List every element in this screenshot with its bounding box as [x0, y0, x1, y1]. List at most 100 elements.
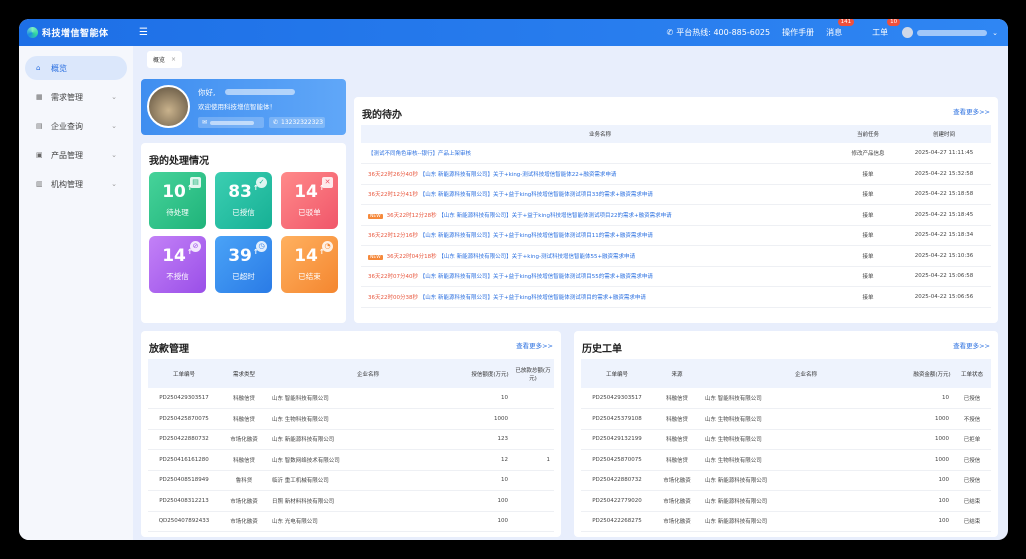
email-redacted [210, 120, 255, 125]
table-row[interactable]: PD250429132199 科融信贷 山东 生物科技有限公司 1000 已拒单 [581, 429, 991, 450]
task-name-cell[interactable]: 36天22时26分40秒 【山东 新能源科技有限公司】关于+king-测试科技增… [361, 163, 839, 185]
table-row[interactable]: 36天22时00分38秒 【山东 新能源科技有限公司】关于+益于king科技增信… [361, 286, 991, 308]
task-name-cell[interactable]: 36天22时12分16秒 【山东 新能源科技有限公司】关于+益于king科技增信… [361, 225, 839, 246]
task-name-cell[interactable]: 36天22时07分40秒 【山东 新能源科技有限公司】关于+益于king科技增信… [361, 266, 839, 287]
sidebar-item-enterprise[interactable]: ▤ 企业查询 ⌄ [25, 114, 127, 138]
task-title: 【山东 新能源科技有限公司】关于+益于king科技增信智能体测试项目33的需求+… [419, 192, 653, 199]
table-row[interactable]: PD250425379108 科融信贷 山东 生物科技有限公司 1000 不授信 [581, 408, 991, 430]
column-header: 授信额度(万元) [468, 359, 512, 388]
company-name-cell: 临沂 重工机械有限公司 [268, 470, 468, 491]
stat-tile-denied[interactable]: ⊘ 14↑ 不授信 [149, 236, 206, 293]
created-time-cell: 2025-04-22 15:10:36 [897, 245, 991, 267]
chevron-down-icon[interactable]: ⌄ [992, 29, 998, 37]
table-row[interactable]: PD250416161280 科融信贷 山东 智数网络技术有限公司 12 1 [148, 449, 554, 471]
table-row[interactable]: PD250425870075 科融信贷 山东 生物科技有限公司 1000 [148, 408, 554, 430]
ticket-id-cell: PD250408518949 [148, 470, 220, 491]
tickets-link[interactable]: 工单 10 [872, 19, 901, 38]
user-name-redacted[interactable] [917, 29, 988, 36]
mail-icon: ✉ [202, 119, 208, 126]
stat-label: 已结束 [298, 272, 321, 281]
hamburger-menu-icon[interactable]: ☰ [139, 27, 148, 38]
source-cell: 科融信贷 [653, 449, 701, 471]
stat-tile-pending[interactable]: ▤ 10↑ 待处理 [149, 172, 206, 229]
table-row[interactable]: NEW 36天22时12分28秒 【山东 新能源科技有限公司】关于+益于king科… [361, 204, 991, 226]
history-more-link[interactable]: 查看更多>> [953, 340, 990, 350]
sidebar-item-demand[interactable]: ▦ 需求管理 ⌄ [25, 85, 127, 109]
sidebar-item-institution[interactable]: ▥ 机构管理 ⌄ [25, 172, 127, 196]
paid-amount-cell [512, 388, 554, 409]
table-row[interactable]: PD250422880732 市场化融资 山东 新能源科技有限公司 100 已授信 [581, 470, 991, 491]
sidebar: ⌂ 概览 ▦ 需求管理 ⌄ ▤ 企业查询 ⌄ ▣ 产品管理 ⌄ ▥ 机构管理 ⌄ [19, 46, 133, 540]
phone-icon: ✆ [666, 28, 674, 37]
amount-cell: 100 [911, 511, 953, 532]
stat-tile-approved[interactable]: ✓ 83↑ 已授信 [215, 172, 272, 229]
table-row[interactable]: PD250425870075 科融信贷 山东 生物科技有限公司 1000 已授信 [581, 449, 991, 471]
loans-more-link[interactable]: 查看更多>> [516, 340, 553, 350]
top-bar: 科技增信智能体 ☰ ✆ 平台热线: 400-885-6025 操作手册 消息 141… [19, 19, 1008, 46]
table-row[interactable]: QD250407892433 市场化融资 山东 光电有限公司 100 [148, 511, 554, 532]
task-title: 【山东 新能源科技有限公司】关于+益于king科技增信智能体测试项目11的需求+… [419, 233, 653, 240]
chevron-down-icon: ⌄ [111, 122, 117, 130]
task-title: 【山东 新能源科技有限公司】关于+king-测试科技增信智能体55+融资需求申请 [438, 253, 636, 260]
company-name-cell: 山东 智能科技有限公司 [701, 388, 911, 409]
stat-number: 10 [162, 182, 186, 202]
table-row[interactable]: PD250408312213 市场化融资 日照 新材料科技有限公司 100 [148, 490, 554, 512]
column-header: 工单编号 [581, 359, 653, 388]
task-name-cell[interactable]: 36天22时00分38秒 【山东 新能源科技有限公司】关于+益于king科技增信… [361, 286, 839, 308]
table-row[interactable]: 36天22时12分41秒 【山东 新能源科技有限公司】关于+益于king科技增信… [361, 184, 991, 205]
created-time-cell: 2025-04-22 15:18:45 [897, 204, 991, 226]
demand-type-cell: 科融信贷 [220, 408, 268, 430]
sidebar-item-overview[interactable]: ⌂ 概览 [25, 56, 127, 80]
stat-number: 83 [228, 182, 252, 202]
task-name-cell[interactable]: 【测试不同角色审核--银行】产品上架审核 [361, 143, 839, 164]
stat-tile-timeout[interactable]: ◷ 39↑ 已超时 [215, 236, 272, 293]
amount-cell: 100 [911, 490, 953, 512]
sidebar-item-label: 需求管理 [51, 92, 83, 102]
paid-amount-cell: 1 [512, 449, 554, 471]
source-cell: 科融信贷 [653, 388, 701, 409]
task-name-cell[interactable]: NEW 36天22时12分28秒 【山东 新能源科技有限公司】关于+益于king科… [361, 204, 839, 226]
manual-link[interactable]: 操作手册 [782, 27, 814, 38]
created-time-cell: 2025-04-27 11:11:45 [897, 143, 991, 164]
task-name-cell[interactable]: NEW 36天22时04分18秒 【山东 新能源科技有限公司】关于+king-测试… [361, 245, 839, 267]
history-table: 工单编号 来源 企业名称 融资金额(万元) 工单状态 PD25042930351… [581, 359, 991, 532]
stat-tile-finished[interactable]: ◔ 14↑ 已结束 [281, 236, 338, 293]
close-icon[interactable]: × [171, 56, 176, 63]
tab-overview[interactable]: 概览 × [147, 51, 183, 68]
table-row[interactable]: PD250429303517 科融信贷 山东 智能科技有限公司 10 [148, 388, 554, 409]
table-row[interactable]: NEW 36天22时04分18秒 【山东 新能源科技有限公司】关于+king-测试… [361, 245, 991, 267]
table-row[interactable]: PD250422880732 市场化融资 山东 新能源科技有限公司 123 [148, 429, 554, 450]
table-row[interactable]: PD250422779020 市场化融资 山东 新能源科技有限公司 100 已结束 [581, 490, 991, 512]
column-header: 来源 [653, 359, 701, 388]
stat-tile-rejected[interactable]: ✕ 14↑ 已驳单 [281, 172, 338, 229]
table-row[interactable]: 36天22时26分40秒 【山东 新能源科技有限公司】关于+king-测试科技增… [361, 163, 991, 185]
column-header: 企业名称 [268, 359, 468, 388]
demand-type-cell: 鲁科贷 [220, 470, 268, 491]
messages-link[interactable]: 消息 141 [826, 19, 855, 38]
sidebar-item-label: 概览 [51, 63, 67, 73]
table-row[interactable]: 【测试不同角色审核--银行】产品上架审核 修改产品信息 2025-04-27 11:… [361, 143, 991, 164]
table-row[interactable]: PD250408518949 鲁科贷 临沂 重工机械有限公司 10 [148, 470, 554, 491]
main-content: 概览 × 你好, 欢迎使用科技增信智能体！ ✉ ✆ 13232322323 我的处理… [133, 46, 1008, 540]
amount-cell: 1000 [911, 408, 953, 430]
user-avatar[interactable] [902, 27, 914, 38]
countdown-text: 36天22时26分40秒 [368, 171, 418, 178]
amount-cell: 1000 [911, 429, 953, 450]
todo-table: 业务名称 当前任务 创建时间 【测试不同角色审核--银行】产品上架审核 修改产品信… [361, 125, 991, 308]
table-row[interactable]: PD250422268275 市场化融资 山东 新能源科技有限公司 100 已结束 [581, 511, 991, 532]
task-name-cell[interactable]: 36天22时12分41秒 【山东 新能源科技有限公司】关于+益于king科技增信… [361, 184, 839, 205]
table-row[interactable]: 36天22时07分40秒 【山东 新能源科技有限公司】关于+益于king科技增信… [361, 266, 991, 287]
countdown-text: 36天22时07分40秒 [368, 274, 418, 281]
sidebar-item-product[interactable]: ▣ 产品管理 ⌄ [25, 143, 127, 167]
todo-more-link[interactable]: 查看更多>> [953, 106, 990, 116]
table-row[interactable]: 36天22时12分16秒 【山东 新能源科技有限公司】关于+益于king科技增信… [361, 225, 991, 246]
table-row[interactable]: PD250429303517 科融信贷 山东 智能科技有限公司 10 已授信 [581, 388, 991, 409]
company-name-cell: 山东 光电有限公司 [268, 511, 468, 532]
status-cell: 已拒单 [953, 429, 991, 450]
countdown-text: 36天22时04分18秒 [386, 253, 437, 260]
hotline-text: 平台热线: 400-885-6025 [676, 28, 771, 37]
paid-amount-cell [512, 511, 554, 532]
current-task-cell: 接单 [839, 286, 897, 308]
stat-label: 已授信 [232, 208, 255, 217]
chevron-down-icon: ⌄ [111, 180, 117, 188]
